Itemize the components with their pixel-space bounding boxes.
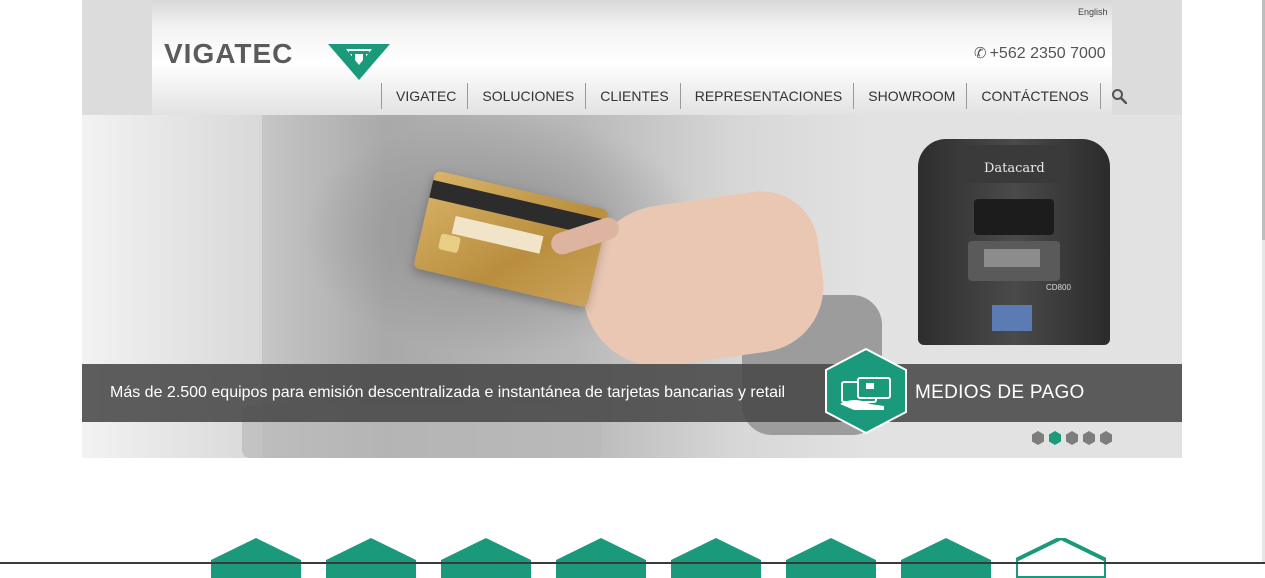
services-icons-row — [0, 530, 1265, 578]
phone-number: ✆ +562 2350 7000 — [974, 44, 1106, 63]
service-icon-3[interactable] — [441, 538, 531, 578]
language-link[interactable]: English — [1078, 7, 1108, 17]
nav-item-vigatec[interactable]: VIGATEC — [381, 83, 467, 109]
search-button[interactable] — [1099, 83, 1137, 109]
service-icon-2[interactable] — [326, 538, 416, 578]
nav-item-soluciones[interactable]: SOLUCIONES — [467, 83, 585, 109]
service-icon-1[interactable] — [211, 538, 301, 578]
slider-dot-5[interactable] — [1099, 431, 1113, 445]
slide-caption: Más de 2.500 equipos para emisión descen… — [110, 384, 786, 401]
printer-model: CD800 — [1046, 283, 1071, 292]
logo-text: VIGATEC — [164, 38, 294, 69]
phone-icon: ✆ — [974, 45, 987, 62]
slider-dot-3[interactable] — [1065, 431, 1079, 445]
slide-caption-bar: Más de 2.500 equipos para emisión descen… — [82, 364, 1182, 422]
site-header: English VIGATEC ✆ +562 2350 7000 VIGATEC … — [152, 0, 1127, 115]
slider-dot-1[interactable] — [1031, 431, 1045, 445]
logo-mark-icon — [328, 44, 390, 80]
slider-pagination — [1031, 431, 1113, 445]
nav-item-showroom[interactable]: SHOWROOM — [853, 83, 966, 109]
nav-item-contactenos[interactable]: CONTÁCTENOS — [966, 83, 1099, 109]
phone-text: +562 2350 7000 — [989, 45, 1106, 62]
nav-item-representaciones[interactable]: REPRESENTACIONES — [679, 83, 854, 109]
slider-dot-2[interactable] — [1048, 431, 1062, 445]
slider-dot-4[interactable] — [1082, 431, 1096, 445]
printer-brand: Datacard — [984, 161, 1045, 176]
service-icon-4[interactable] — [556, 538, 646, 578]
card-printer-image: Datacard CD800 — [918, 139, 1110, 345]
slide-category-label[interactable]: MEDIOS DE PAGO — [915, 382, 1085, 404]
service-icon-5[interactable] — [671, 538, 761, 578]
hero-slider[interactable]: Datacard CD800 Más de 2.500 equipos para… — [82, 115, 1182, 458]
card-payment-icon[interactable] — [824, 348, 908, 434]
service-icon-7[interactable] — [901, 538, 991, 578]
search-icon — [1111, 89, 1127, 104]
nav-item-clientes[interactable]: CLIENTES — [585, 83, 679, 109]
service-icon-8[interactable] — [1016, 538, 1106, 578]
service-icon-6[interactable] — [786, 538, 876, 578]
main-nav: VIGATEC SOLUCIONES CLIENTES REPRESENTACI… — [381, 83, 1137, 109]
vigatec-logo[interactable]: VIGATEC — [164, 38, 390, 85]
